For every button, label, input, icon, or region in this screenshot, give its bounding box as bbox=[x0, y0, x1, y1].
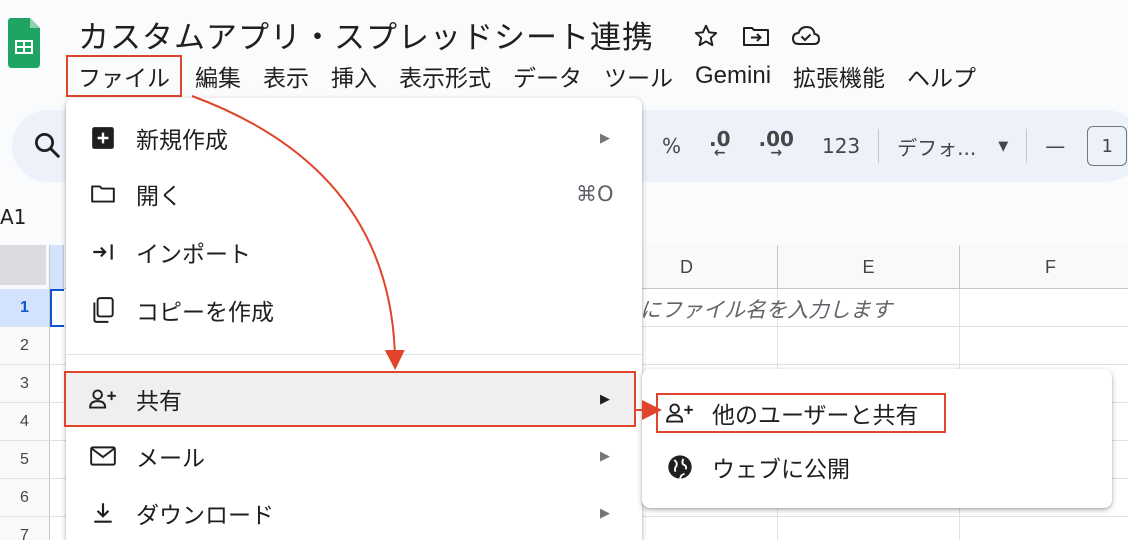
increase-decimal-button[interactable]: .00 → bbox=[745, 127, 808, 161]
name-box[interactable]: A1 bbox=[0, 205, 26, 229]
person-add-icon bbox=[88, 384, 118, 414]
keyboard-shortcut: ⌘O bbox=[576, 182, 614, 206]
menu-item-make-copy[interactable]: コピーを作成 bbox=[66, 282, 642, 338]
row-header-5[interactable]: 5 bbox=[0, 441, 50, 479]
menu-tools[interactable]: ツール bbox=[593, 56, 684, 96]
menu-item-share[interactable]: 共有 ▶ bbox=[64, 371, 636, 427]
menu-data[interactable]: データ bbox=[502, 56, 593, 96]
menubar: ファイル 編集 表示 挿入 表示形式 データ ツール Gemini 拡張機能 ヘ… bbox=[66, 55, 987, 97]
globe-icon bbox=[664, 451, 696, 483]
menu-divider bbox=[66, 354, 642, 355]
folder-icon bbox=[88, 179, 118, 209]
menu-item-label: 共有 bbox=[136, 389, 182, 415]
row-header-3[interactable]: 3 bbox=[0, 365, 50, 403]
menu-item-label: ダウンロード bbox=[136, 503, 274, 529]
import-icon bbox=[88, 237, 118, 267]
column-header-e[interactable]: E bbox=[778, 245, 960, 289]
menu-item-label: コピーを作成 bbox=[136, 300, 274, 326]
menu-file[interactable]: ファイル bbox=[66, 55, 182, 97]
cell-placeholder-text: にファイル名を入力します bbox=[640, 298, 892, 322]
submenu-item-publish-to-web[interactable]: ウェブに公開 bbox=[642, 439, 1112, 495]
menu-edit[interactable]: 編集 bbox=[184, 56, 252, 96]
submenu-arrow-icon: ▶ bbox=[600, 505, 610, 521]
number-format-button[interactable]: 123 bbox=[808, 134, 874, 158]
file-menu-dropdown: 新規作成 ▶ 開く ⌘O インポート コピーを作成 共有 ▶ メール ▶ ダウン… bbox=[64, 98, 642, 540]
column-header-f[interactable]: F bbox=[960, 245, 1128, 289]
row-header-7[interactable]: 7 bbox=[0, 517, 50, 540]
menu-item-label: インポート bbox=[136, 242, 251, 268]
submenu-arrow-icon: ▶ bbox=[600, 130, 610, 146]
mail-icon bbox=[88, 441, 118, 471]
menu-item-label: 開く bbox=[136, 184, 182, 210]
chevron-down-icon: ▼ bbox=[998, 138, 1009, 154]
menu-item-email[interactable]: メール ▶ bbox=[66, 428, 642, 484]
menu-gemini[interactable]: Gemini bbox=[684, 56, 782, 96]
font-select[interactable]: デフォ... ▼ bbox=[883, 132, 1022, 161]
download-icon bbox=[88, 498, 118, 528]
menu-item-import[interactable]: インポート bbox=[66, 224, 642, 280]
new-sheet-icon bbox=[88, 123, 118, 153]
menu-format[interactable]: 表示形式 bbox=[388, 56, 502, 96]
font-select-value: デフォ... bbox=[897, 135, 977, 160]
toolbar-divider bbox=[878, 129, 880, 163]
decrease-font-size-button[interactable]: — bbox=[1031, 134, 1079, 158]
submenu-arrow-icon: ▶ bbox=[600, 391, 610, 407]
submenu-item-share-with-others[interactable]: 他のユーザーと共有 bbox=[642, 385, 1112, 441]
google-sheets-logo[interactable] bbox=[8, 18, 40, 80]
menu-item-label: 新規作成 bbox=[136, 128, 228, 154]
row-header-1[interactable]: 1 bbox=[0, 289, 50, 327]
arrow-left-icon: ← bbox=[713, 145, 726, 161]
row-header-2[interactable]: 2 bbox=[0, 327, 50, 365]
decrease-decimal-label: .0 bbox=[709, 127, 731, 151]
cloud-saved-icon[interactable] bbox=[790, 20, 822, 52]
menu-insert[interactable]: 挿入 bbox=[320, 56, 388, 96]
move-to-folder-icon[interactable] bbox=[740, 20, 772, 52]
font-size-input[interactable]: 1 bbox=[1087, 126, 1128, 166]
increase-decimal-label: .00 bbox=[758, 127, 794, 151]
copy-icon bbox=[88, 295, 118, 325]
submenu-item-label: ウェブに公開 bbox=[712, 457, 850, 483]
menu-item-open[interactable]: 開く ⌘O bbox=[66, 166, 642, 222]
person-add-icon bbox=[664, 397, 696, 429]
document-title[interactable]: カスタムアプリ・スプレッドシート連携 bbox=[78, 12, 654, 57]
menu-item-new[interactable]: 新規作成 ▶ bbox=[66, 110, 642, 166]
column-header-a[interactable] bbox=[50, 245, 64, 289]
decrease-decimal-button[interactable]: .0 ← bbox=[695, 127, 745, 161]
star-icon[interactable] bbox=[690, 20, 722, 52]
row-header-6[interactable]: 6 bbox=[0, 479, 50, 517]
menu-item-download[interactable]: ダウンロード ▶ bbox=[66, 485, 642, 540]
menu-extensions[interactable]: 拡張機能 bbox=[782, 56, 896, 96]
search-menus-icon[interactable] bbox=[32, 130, 62, 164]
submenu-arrow-icon: ▶ bbox=[600, 448, 610, 464]
submenu-item-label: 他のユーザーと共有 bbox=[712, 403, 919, 429]
toolbar-divider bbox=[1026, 129, 1028, 163]
share-submenu: 他のユーザーと共有 ウェブに公開 bbox=[642, 369, 1112, 508]
selected-cell-a1[interactable] bbox=[50, 289, 64, 327]
menu-item-label: メール bbox=[136, 446, 205, 472]
arrow-right-icon: → bbox=[770, 145, 783, 161]
menu-view[interactable]: 表示 bbox=[252, 56, 320, 96]
menu-help[interactable]: ヘルプ bbox=[896, 56, 987, 96]
select-all-corner[interactable] bbox=[0, 245, 50, 289]
row-header-4[interactable]: 4 bbox=[0, 403, 50, 441]
format-percent-button[interactable]: % bbox=[648, 134, 695, 158]
